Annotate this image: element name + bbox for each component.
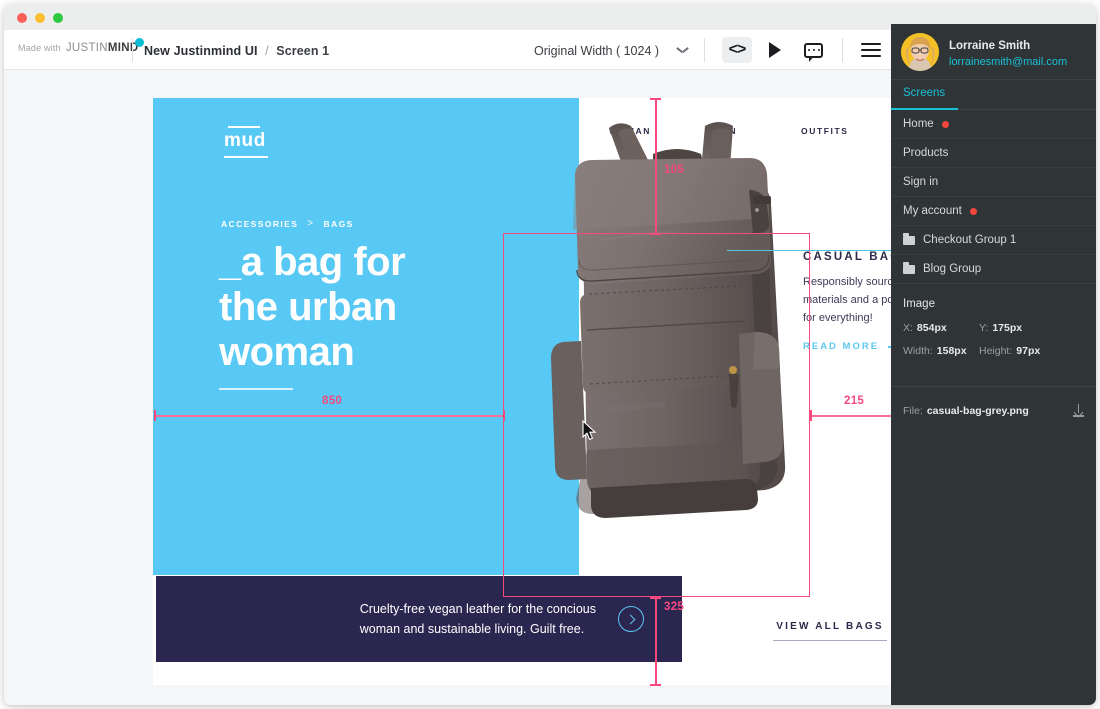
y-label: Y:	[979, 322, 989, 334]
size-row: Width: 158px Height: 97px	[903, 345, 1084, 357]
status-dot-icon	[941, 120, 949, 128]
download-icon[interactable]	[1073, 403, 1084, 417]
sidebar-item-sign-in[interactable]: Sign in	[891, 168, 1096, 197]
brand-bold-text: MIND	[107, 42, 139, 54]
headline-underline	[219, 388, 293, 391]
breadcrumb: New Justinmind UI / Screen 1	[144, 44, 329, 58]
artboard[interactable]: mud ACCESSORIES > BAGS _a bag for the ur…	[153, 98, 892, 685]
width-field[interactable]: Width: 158px	[903, 345, 979, 357]
screenshot-root: Made with JUSTINMIND New Justinmind UI /…	[0, 0, 1100, 709]
code-view-button[interactable]: <>	[722, 37, 752, 63]
brand-light-text: JUSTIN	[65, 42, 108, 54]
traffic-lights	[17, 13, 63, 23]
promo-line-2: woman and sustainable living. Guilt free…	[359, 622, 585, 636]
avatar-photo	[901, 33, 939, 71]
breadcrumb-separator: /	[265, 44, 269, 58]
height-value: 97px	[1016, 345, 1041, 357]
maximize-window-button[interactable]	[53, 13, 63, 23]
headline-line-3: woman	[219, 329, 355, 374]
width-label: Width:	[903, 345, 933, 357]
app-window: Made with JUSTINMIND New Justinmind UI /…	[4, 4, 1096, 705]
sidebar-item-label: Checkout Group 1	[923, 234, 1017, 246]
breadcrumb-parent[interactable]: ACCESSORIES	[221, 219, 298, 229]
breadcrumb-current: BAGS	[323, 218, 354, 229]
view-all-underline	[773, 640, 887, 642]
properties-title: Image	[903, 298, 935, 310]
minimize-window-button[interactable]	[35, 13, 45, 23]
width-selector-label: Original Width ( 1024 )	[534, 44, 660, 58]
close-window-button[interactable]	[17, 13, 27, 23]
hamburger-menu-icon	[861, 43, 881, 57]
position-row: X: 854px Y: 175px	[903, 322, 1084, 334]
screens-list: Home Products Sign in My account Checkou…	[891, 110, 1096, 284]
avatar[interactable]	[901, 33, 939, 71]
file-row: File: casual-bag-grey.png	[891, 386, 1096, 419]
view-all-bags-label: VIEW ALL BAGS	[776, 621, 884, 632]
toolbar-divider-mid	[704, 38, 705, 62]
tab-screens[interactable]: Screens	[903, 87, 945, 99]
view-all-bags-link[interactable]: VIEW ALL BAGS	[773, 616, 887, 642]
sidebar-item-label: Sign in	[903, 176, 939, 188]
width-selector[interactable]: Original Width ( 1024 )	[534, 44, 659, 58]
image-properties: Image X: 854px Y: 175px Width: 158px Height…	[891, 284, 1096, 380]
promo-next-button[interactable]	[618, 606, 644, 632]
mud-logo: mud	[224, 126, 268, 158]
sidebar-item-home[interactable]: Home	[891, 110, 1096, 139]
backpack-illustration	[551, 122, 786, 518]
height-label: Height:	[979, 345, 1013, 357]
height-field[interactable]: Height: 97px	[979, 345, 1040, 357]
sidebar-item-products[interactable]: Products	[891, 139, 1096, 168]
x-field[interactable]: X: 854px	[903, 322, 979, 334]
logo-wordmark: mud	[224, 130, 266, 151]
sidebar-item-checkout-group-1[interactable]: Checkout Group 1	[891, 226, 1096, 255]
folder-icon	[903, 233, 915, 245]
comment-icon	[803, 42, 823, 62]
artboard-breadcrumb: ACCESSORIES > BAGS	[221, 218, 354, 229]
sidebar-item-label: Blog Group	[923, 263, 982, 275]
file-label: File:	[903, 405, 923, 417]
panel-tabs: Screens	[891, 80, 1096, 111]
code-icon: <>	[728, 41, 747, 58]
sidebar-item-blog-group[interactable]: Blog Group	[891, 255, 1096, 284]
x-value: 854px	[916, 322, 947, 334]
play-icon	[769, 42, 781, 58]
backpack-product-image[interactable]	[505, 120, 825, 550]
sidebar-item-label: My account	[903, 205, 962, 217]
toolbar-actions: <>	[722, 37, 828, 63]
sidebar-item-my-account[interactable]: My account	[891, 197, 1096, 226]
user-email[interactable]: lorrainesmith@mail.com	[949, 56, 1067, 68]
toolbar-divider-left	[132, 38, 133, 62]
promo-line-1: Cruelty-free vegan leather for the conci…	[359, 602, 596, 616]
chevron-down-icon[interactable]	[677, 47, 688, 54]
toolbar-divider-right	[842, 38, 843, 62]
x-label: X:	[903, 322, 913, 334]
justinmind-logo: Made with JUSTINMIND	[18, 38, 145, 54]
y-value: 175px	[992, 322, 1023, 334]
promo-text: Cruelty-free vegan leather for the conci…	[360, 599, 596, 639]
hero-headline: _a bag for the urban woman	[219, 240, 406, 391]
width-value: 158px	[936, 345, 967, 357]
sidebar-item-label: Products	[903, 147, 949, 159]
project-title[interactable]: New Justinmind UI	[144, 44, 258, 58]
made-with-label: Made with	[18, 43, 61, 53]
y-field[interactable]: Y: 175px	[979, 322, 1022, 334]
menu-button[interactable]	[856, 37, 886, 63]
brand-wordmark: JUSTINMIND	[65, 38, 145, 54]
headline-line-1: _a bag for	[219, 240, 406, 284]
file-info: File: casual-bag-grey.png	[903, 401, 1029, 419]
status-dot-icon	[969, 207, 977, 215]
current-screen-label[interactable]: Screen 1	[276, 44, 329, 58]
breadcrumb-chevron-icon: >	[307, 218, 315, 229]
file-name: casual-bag-grey.png	[926, 405, 1029, 417]
comment-button[interactable]	[798, 37, 828, 63]
user-header: Lorraine Smith lorrainesmith@mail.com	[891, 24, 1096, 80]
user-name: Lorraine Smith	[949, 40, 1031, 52]
sidebar-item-label: Home	[903, 118, 934, 130]
logo-bottom-rule	[224, 155, 268, 158]
right-properties-panel: Lorraine Smith lorrainesmith@mail.com Sc…	[891, 24, 1096, 705]
folder-icon	[903, 262, 915, 274]
play-preview-button[interactable]	[760, 37, 790, 63]
promo-banner: Cruelty-free vegan leather for the conci…	[156, 576, 682, 662]
headline-line-2: the urban	[219, 284, 397, 329]
